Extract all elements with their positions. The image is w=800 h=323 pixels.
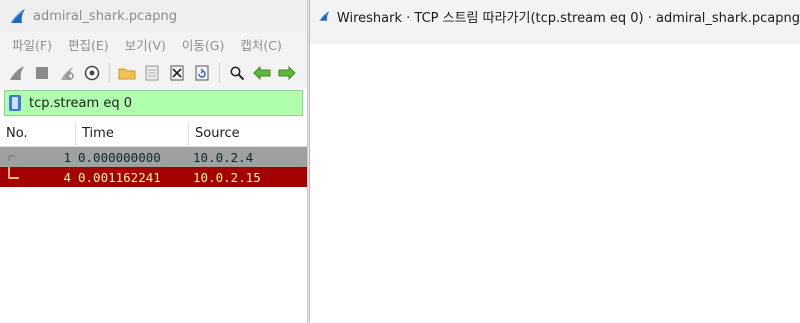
packet-row-selected[interactable]: 4 0.001162241 10.0.2.15 <box>0 167 307 187</box>
follow-tcp-stream-window: Wireshark · TCP 스트림 따라가기(tcp.stream eq 0… <box>309 0 800 323</box>
column-header-no[interactable]: No. <box>0 120 76 147</box>
menu-go[interactable]: 이동(G) <box>174 35 232 54</box>
start-capture-button[interactable] <box>6 62 28 84</box>
follow-window-margin <box>310 32 800 44</box>
display-filter-bar[interactable]: tcp.stream eq 0 <box>4 90 303 116</box>
menu-view[interactable]: 보기(V) <box>117 35 174 54</box>
column-header-time[interactable]: Time <box>76 120 189 147</box>
go-back-button[interactable] <box>251 62 273 84</box>
go-forward-button[interactable] <box>276 62 298 84</box>
toolbar-separator <box>219 63 220 83</box>
packet-list-header: No. Time Source <box>0 120 307 147</box>
packet-time: 0.001162241 <box>78 169 161 185</box>
reload-icon <box>195 65 209 81</box>
open-file-button[interactable] <box>116 62 138 84</box>
related-packet-start-icon <box>8 155 15 161</box>
save-file-icon <box>145 65 159 81</box>
restart-icon <box>61 67 74 80</box>
capture-options-button[interactable] <box>81 62 103 84</box>
save-file-button[interactable] <box>141 62 163 84</box>
main-window: admiral_shark.pcapng 파일(F) 편집(E) 보기(V) 이… <box>0 0 308 323</box>
open-folder-icon <box>118 68 136 80</box>
packet-source: 10.0.2.4 <box>193 149 254 165</box>
wireshark-fin-icon <box>10 9 25 24</box>
find-icon <box>230 66 245 81</box>
main-titlebar[interactable]: admiral_shark.pcapng <box>0 0 307 32</box>
close-file-button[interactable] <box>166 62 188 84</box>
menu-file[interactable]: 파일(F) <box>4 35 60 54</box>
follow-window-title: Wireshark · TCP 스트림 따라가기(tcp.stream eq 0… <box>336 10 800 26</box>
reload-file-button[interactable] <box>191 62 213 84</box>
column-header-source[interactable]: Source <box>189 121 307 147</box>
packet-source: 10.0.2.15 <box>193 169 261 185</box>
main-toolbar <box>0 57 307 89</box>
display-filter-input[interactable]: tcp.stream eq 0 <box>29 96 132 111</box>
main-window-title: admiral_shark.pcapng <box>33 8 178 24</box>
options-gear-icon <box>84 65 100 81</box>
shark-fin-start-icon <box>10 66 24 80</box>
bookmark-icon[interactable] <box>8 94 22 112</box>
packet-time: 0.000000000 <box>78 149 161 165</box>
related-packet-end-icon <box>8 167 19 179</box>
stream-content-area[interactable] <box>322 44 800 323</box>
menu-bar: 파일(F) 편집(E) 보기(V) 이동(G) 캡처(C) <box>0 32 307 57</box>
menu-capture[interactable]: 캡처(C) <box>232 35 289 54</box>
packet-row[interactable]: 1 0.000000000 10.0.2.4 <box>0 147 307 167</box>
find-packet-button[interactable] <box>226 62 248 84</box>
stop-icon <box>36 67 48 79</box>
menu-edit[interactable]: 편집(E) <box>60 35 117 54</box>
forward-arrow-icon <box>278 66 296 80</box>
stop-capture-button[interactable] <box>31 62 53 84</box>
wireshark-fin-icon <box>319 11 330 21</box>
back-arrow-icon <box>253 66 271 80</box>
toolbar-separator <box>109 63 110 83</box>
follow-window-titlebar[interactable]: Wireshark · TCP 스트림 따라가기(tcp.stream eq 0… <box>310 0 800 32</box>
restart-capture-button[interactable] <box>56 62 78 84</box>
close-file-icon <box>170 65 184 81</box>
